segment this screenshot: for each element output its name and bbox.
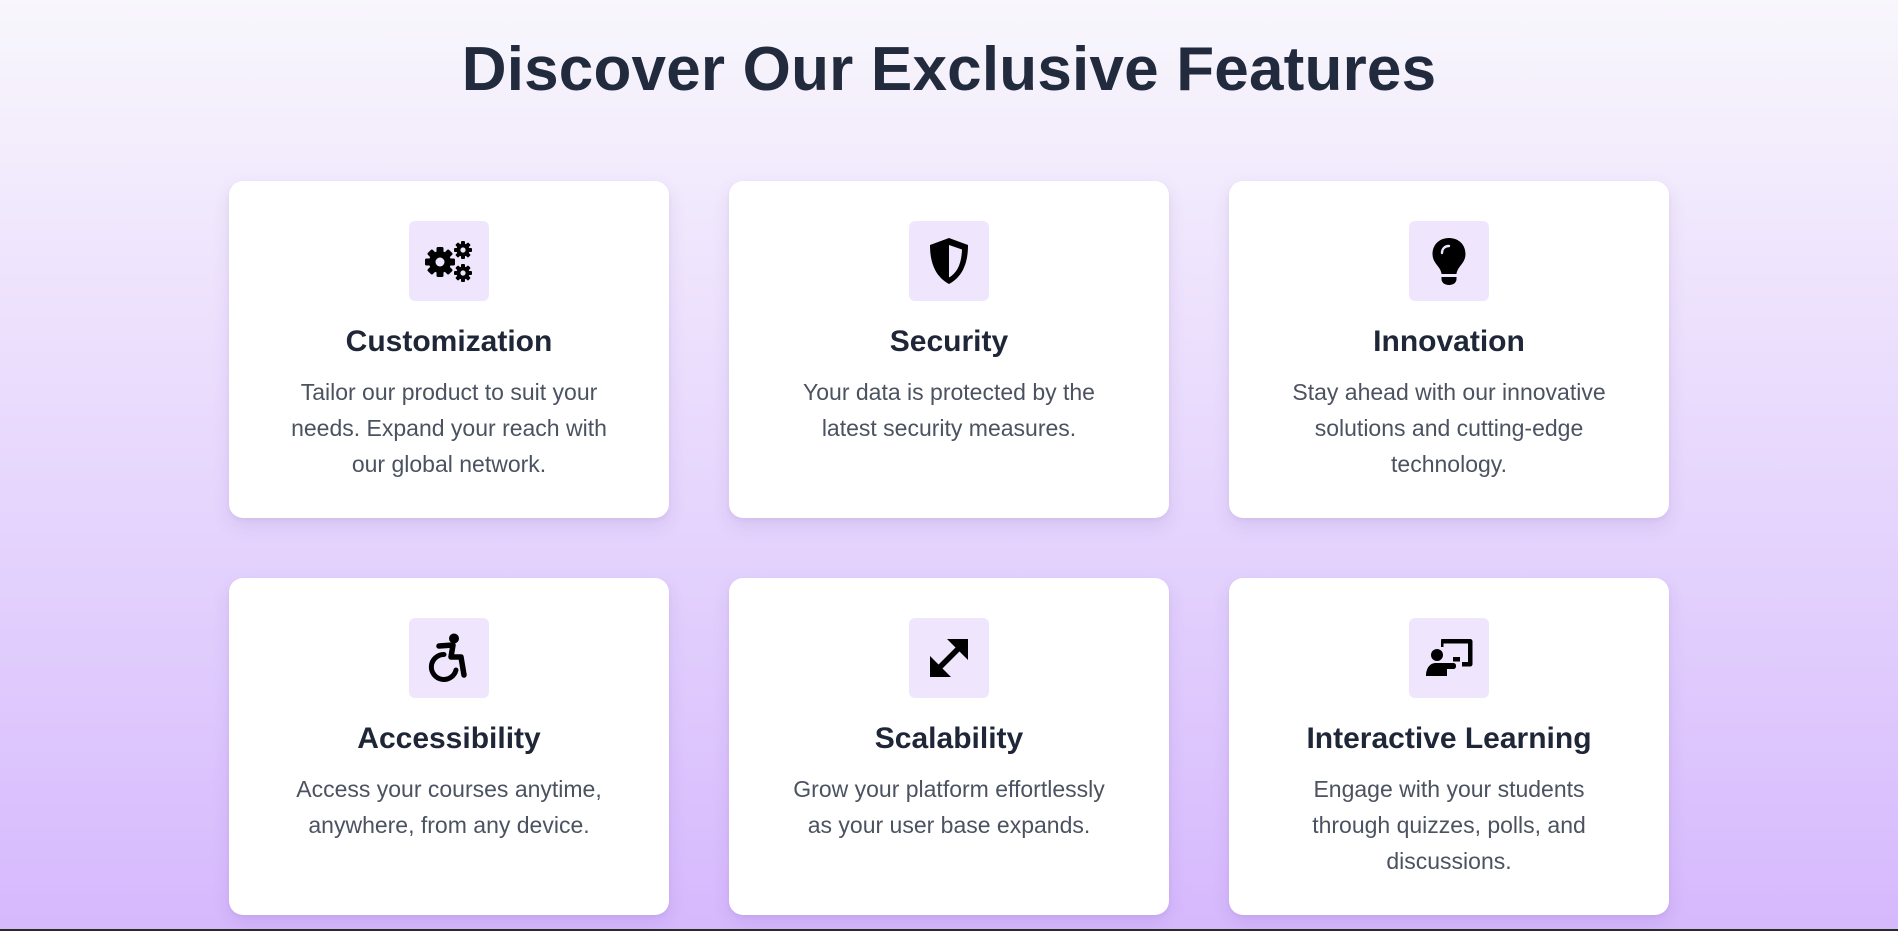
- feature-description: Tailor our product to suit your needs. E…: [291, 379, 607, 477]
- feature-card-interactive-learning: Interactive Learning Engage with your st…: [1229, 578, 1669, 915]
- feature-title: Security: [889, 325, 1009, 358]
- gears-icon: [409, 221, 489, 301]
- feature-description: Access your courses anytime, anywhere, f…: [296, 776, 602, 838]
- feature-title: Innovation: [1373, 325, 1525, 358]
- feature-card-security: Security Your data is protected by the l…: [729, 181, 1169, 518]
- lightbulb-icon: [1409, 221, 1489, 301]
- page-title: Discover Our Exclusive Features: [461, 35, 1437, 104]
- feature-title: Interactive Learning: [1306, 722, 1592, 755]
- feature-card-innovation: Innovation Stay ahead with our innovativ…: [1229, 181, 1669, 518]
- feature-card-accessibility: Accessibility Access your courses anytim…: [229, 578, 669, 915]
- chalkboard-teacher-icon: [1409, 618, 1489, 698]
- feature-card-scalability: Scalability Grow your platform effortles…: [729, 578, 1169, 915]
- feature-description: Grow your platform effortlessly as your …: [793, 776, 1105, 838]
- expand-arrows-icon: [909, 618, 989, 698]
- features-grid: Customization Tailor our product to suit…: [229, 181, 1669, 915]
- feature-title: Accessibility: [357, 722, 541, 755]
- accessibility-icon: [409, 618, 489, 698]
- feature-card-customization: Customization Tailor our product to suit…: [229, 181, 669, 518]
- feature-title: Scalability: [874, 722, 1024, 755]
- feature-description: Engage with your students through quizze…: [1312, 776, 1586, 874]
- shield-icon: [909, 221, 989, 301]
- feature-description: Your data is protected by the latest sec…: [803, 379, 1095, 441]
- feature-title: Customization: [345, 325, 553, 358]
- feature-description: Stay ahead with our innovative solutions…: [1292, 379, 1606, 477]
